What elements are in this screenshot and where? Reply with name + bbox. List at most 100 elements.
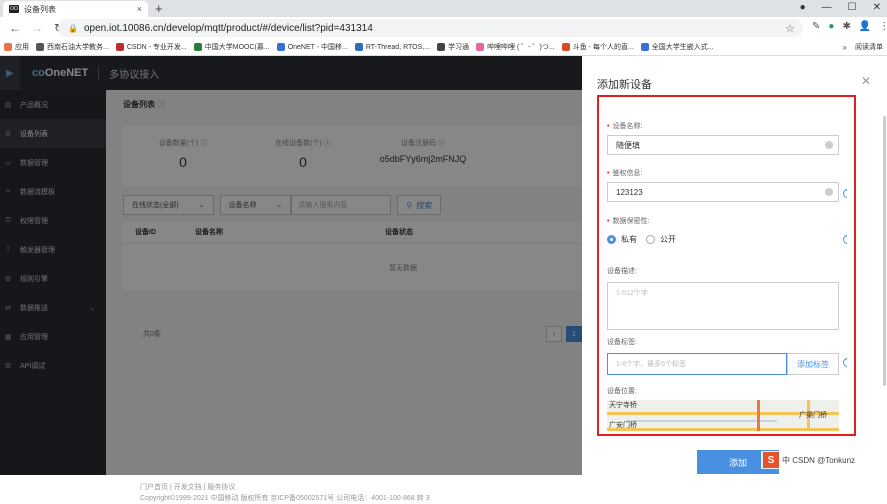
bookmark-label: 应用 — [15, 44, 29, 51]
bookmark-star-icon[interactable]: ☆ — [785, 22, 795, 35]
chevron-down-icon: ⌄ — [276, 202, 283, 209]
tag-input[interactable]: 1-8个字，最多5个标签 — [607, 353, 787, 375]
add-tag-button[interactable]: 添加标签 — [787, 353, 839, 375]
dialog-title: 添加新设备 — [597, 79, 652, 91]
sidebar-item[interactable]: ⇄ 数据推送 ⌄ — [0, 293, 106, 322]
onenet-logo[interactable]: coOneNET — [32, 67, 88, 79]
sidebar-item[interactable]: ☰ 设备列表 — [0, 119, 106, 148]
status-select[interactable]: 在线状态(全部) ⌄ — [123, 195, 214, 215]
bookmark-item[interactable]: OneNET - 中国移... — [276, 42, 348, 52]
bookmark-label: OneNET - 中国移... — [287, 44, 348, 51]
sidebar-item[interactable]: ⚏ 数据管理 — [0, 148, 106, 177]
sidebar-item-label: 规则引擎 — [20, 275, 48, 283]
bookmark-favicon-icon — [36, 43, 44, 51]
public-option-label[interactable]: 公开 — [660, 234, 676, 245]
reading-list[interactable]: 阅读清单 — [855, 42, 883, 52]
url-text: open.iot.10086.cn/develop/mqtt/product/#… — [83, 22, 373, 34]
dialog-scrollbar[interactable] — [883, 116, 886, 386]
help-icon[interactable]: ⓘ — [324, 140, 331, 147]
private-option-label[interactable]: 私有 — [621, 234, 637, 245]
help-icon[interactable]: ⓘ — [200, 140, 207, 147]
field-select[interactable]: 设备名称 ⌄ — [219, 195, 292, 215]
bookmark-label: RT-Thread, RTOS,... — [365, 43, 431, 51]
browser-tab[interactable]: OO 设备列表 × — [3, 1, 148, 17]
sidebar-item[interactable]: ≈ 数据流模板 — [0, 177, 106, 206]
extension-green-icon[interactable]: ● — [828, 21, 834, 32]
sidebar-item-icon: ⚏ — [4, 159, 12, 167]
name-label-text: 设备名称: — [612, 123, 643, 130]
sidebar-item[interactable]: ▦ 应用管理 — [0, 322, 106, 351]
minimize-icon[interactable]: — — [822, 2, 832, 13]
tag-help-icon[interactable]: ? — [843, 358, 847, 367]
bookmark-favicon-icon — [437, 43, 446, 51]
bookmark-item[interactable]: 斗鱼 - 每个人的直... — [561, 42, 634, 52]
required-mark: • — [607, 123, 610, 130]
device-name-input[interactable]: 随便填 — [607, 135, 839, 155]
menu-dots-icon[interactable]: ⋮ — [879, 21, 887, 32]
private-radio[interactable] — [607, 235, 616, 244]
bookmark-item[interactable]: RT-Thread, RTOS,... — [354, 43, 431, 51]
puzzle-icon[interactable]: ✱ — [842, 21, 850, 32]
nav-divider — [98, 66, 100, 80]
bookmark-label: 全国大学生嵌入式... — [651, 44, 714, 51]
url-field[interactable]: 🔒 open.iot.10086.cn/develop/mqtt/product… — [58, 19, 803, 37]
profile-dot-icon[interactable]: ● — [800, 2, 806, 13]
clear-icon[interactable] — [825, 141, 833, 149]
bookmark-item[interactable]: CSDN - 专业开发... — [115, 42, 187, 52]
lock-icon[interactable]: 🔒 — [68, 24, 78, 33]
maximize-icon[interactable]: ☐ — [848, 2, 857, 13]
back-icon[interactable]: ← — [8, 21, 22, 35]
privacy-help-icon[interactable]: ? — [843, 235, 847, 244]
bookmark-favicon-icon — [193, 43, 202, 51]
footer-links[interactable]: 门户首页 | 开发文档 | 服务协议 — [140, 482, 430, 493]
sidebar-item-icon: ⚙ — [4, 275, 12, 283]
sidebar-item[interactable]: ⚙ 规则引擎 — [0, 264, 106, 293]
bookmark-item[interactable]: 西南石油大学教务... — [36, 42, 109, 52]
prev-page-button[interactable]: ‹ — [546, 326, 562, 342]
help-icon[interactable]: ⓘ — [157, 100, 165, 109]
location-map[interactable]: 天宁寺桥 广安门桥 广渠门桥 — [607, 400, 839, 431]
forward-icon[interactable]: → — [30, 21, 44, 35]
bookmark-favicon-icon — [640, 43, 649, 51]
auth-help-icon[interactable]: ? — [843, 189, 847, 198]
device-description-textarea[interactable]: 1-512个字 — [607, 282, 839, 330]
close-window-icon[interactable]: ✕ — [873, 2, 881, 13]
sidebar-item[interactable]: ⚿ 权限管理 — [0, 206, 106, 235]
sidebar-item[interactable]: ⟟ 触发器管理 — [0, 235, 106, 264]
sidebar-item[interactable]: ⌘ API调试 — [0, 351, 106, 380]
close-icon[interactable]: ✕ — [861, 74, 871, 88]
chevron-down-icon: ⌄ — [89, 303, 96, 312]
sidebar-item-label: 设备列表 — [20, 130, 48, 138]
bookmark-item[interactable]: 哔哩哔哩 ( ゜- ゜)つ... — [476, 42, 555, 52]
sidebar-item-icon: ⟟ — [6, 245, 10, 253]
new-tab-icon[interactable]: + — [155, 1, 163, 16]
col-device-status: 设备状态 — [385, 229, 413, 236]
tag-group: 设备标签: 1-8个字，最多5个标签 添加标签 — [607, 337, 839, 375]
page-button-1[interactable]: 1 — [566, 326, 582, 342]
help-icon[interactable]: ⓘ — [438, 140, 445, 147]
stat-card: 设备数量(个) ⓘ 0 — [123, 126, 243, 186]
bookmark-item[interactable]: 应用 — [4, 42, 29, 52]
bookmark-item[interactable]: 学习通 — [437, 42, 469, 52]
sidebar-item[interactable]: ▤ 产品概况 — [0, 90, 106, 119]
account-icon[interactable]: 👤 — [859, 21, 871, 32]
bookmark-item[interactable]: 中国大学MOOC(慕... — [193, 42, 270, 52]
search-input[interactable]: 请输入搜索内容 — [291, 195, 392, 215]
desc-group: 设备描述: 1-512个字 — [607, 266, 839, 330]
bookmarks-more-icon[interactable]: » — [843, 43, 847, 52]
status-select-value: 在线状态(全部) — [132, 202, 179, 209]
auth-info-input[interactable]: 123123 — [607, 182, 839, 202]
extension-icon[interactable]: ✎ — [812, 21, 820, 32]
menu-toggle-icon[interactable]: ▶ — [0, 56, 20, 90]
stat-value: o5dbFYy6mj2mFNJQ — [379, 154, 467, 164]
search-button[interactable]: ⚲ 搜索 — [397, 195, 442, 215]
stat-label-text: 设备数量(个) — [158, 140, 199, 147]
clear-icon[interactable] — [825, 188, 833, 196]
bookmark-label: 哔哩哔哩 ( ゜- ゜)つ... — [487, 44, 555, 51]
stat-label: 设备数量(个) ⓘ — [123, 138, 243, 148]
bookmark-label: 中国大学MOOC(慕... — [204, 44, 270, 51]
bookmark-item[interactable]: 全国大学生嵌入式... — [640, 42, 714, 52]
bookmark-label: 西南石油大学教务... — [47, 44, 109, 51]
close-tab-icon[interactable]: × — [137, 4, 142, 14]
public-radio[interactable] — [646, 235, 655, 244]
